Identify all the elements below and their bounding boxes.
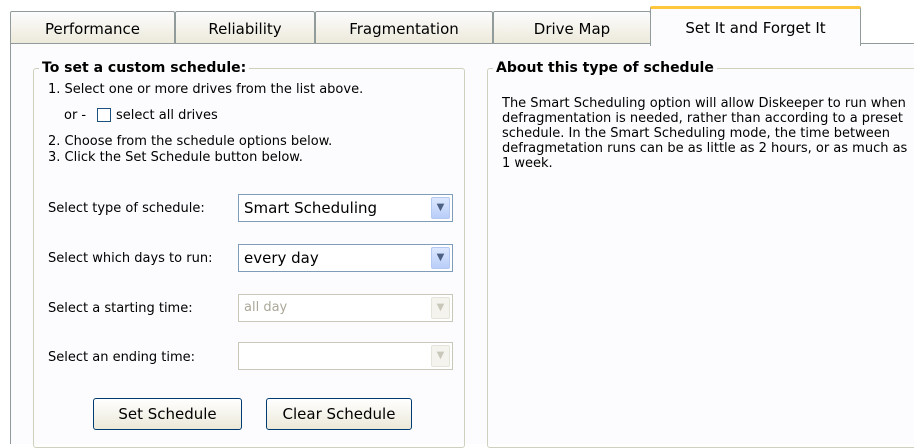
schedule-type-value: Smart Scheduling [244, 199, 378, 217]
days-select[interactable]: every day ▼ [238, 244, 453, 272]
select-all-drives-checkbox[interactable] [97, 108, 111, 122]
chevron-down-icon: ▼ [431, 345, 450, 367]
schedule-type-select[interactable]: Smart Scheduling ▼ [238, 194, 453, 222]
about-schedule-text: The Smart Scheduling option will allow D… [502, 96, 908, 171]
tab-strip: Performance Reliability Fragmentation Dr… [10, 6, 914, 46]
chevron-down-icon: ▼ [431, 297, 450, 319]
clear-schedule-button[interactable]: Clear Schedule [266, 398, 412, 430]
end-time-select: ▼ [238, 342, 453, 370]
tab-fragmentation[interactable]: Fragmentation [315, 11, 493, 45]
chevron-down-icon[interactable]: ▼ [431, 197, 450, 219]
set-schedule-button[interactable]: Set Schedule [93, 398, 242, 430]
days-value: every day [244, 249, 319, 267]
select-all-drives-label[interactable]: select all drives [116, 108, 218, 123]
start-time-label: Select a starting time: [48, 301, 193, 316]
days-label: Select which days to run: [48, 251, 213, 266]
tab-set-it-and-forget-it[interactable]: Set It and Forget It [650, 6, 861, 46]
chevron-down-icon[interactable]: ▼ [431, 247, 450, 269]
tab-drive-map[interactable]: Drive Map [493, 11, 651, 45]
tab-reliability[interactable]: Reliability [175, 11, 315, 45]
custom-schedule-title: To set a custom schedule: [39, 60, 250, 76]
schedule-type-label: Select type of schedule: [48, 201, 205, 216]
start-time-select: all day ▼ [238, 294, 453, 322]
about-schedule-title: About this type of schedule [493, 60, 717, 76]
start-time-value: all day [244, 300, 288, 315]
step-3-text: 3. Click the Set Schedule button below. [48, 150, 303, 165]
or-label: or - [64, 108, 87, 123]
step-1-text: 1. Select one or more drives from the li… [48, 82, 364, 97]
step-2-text: 2. Choose from the schedule options belo… [48, 134, 333, 149]
tab-performance[interactable]: Performance [10, 11, 175, 45]
end-time-label: Select an ending time: [48, 350, 196, 365]
